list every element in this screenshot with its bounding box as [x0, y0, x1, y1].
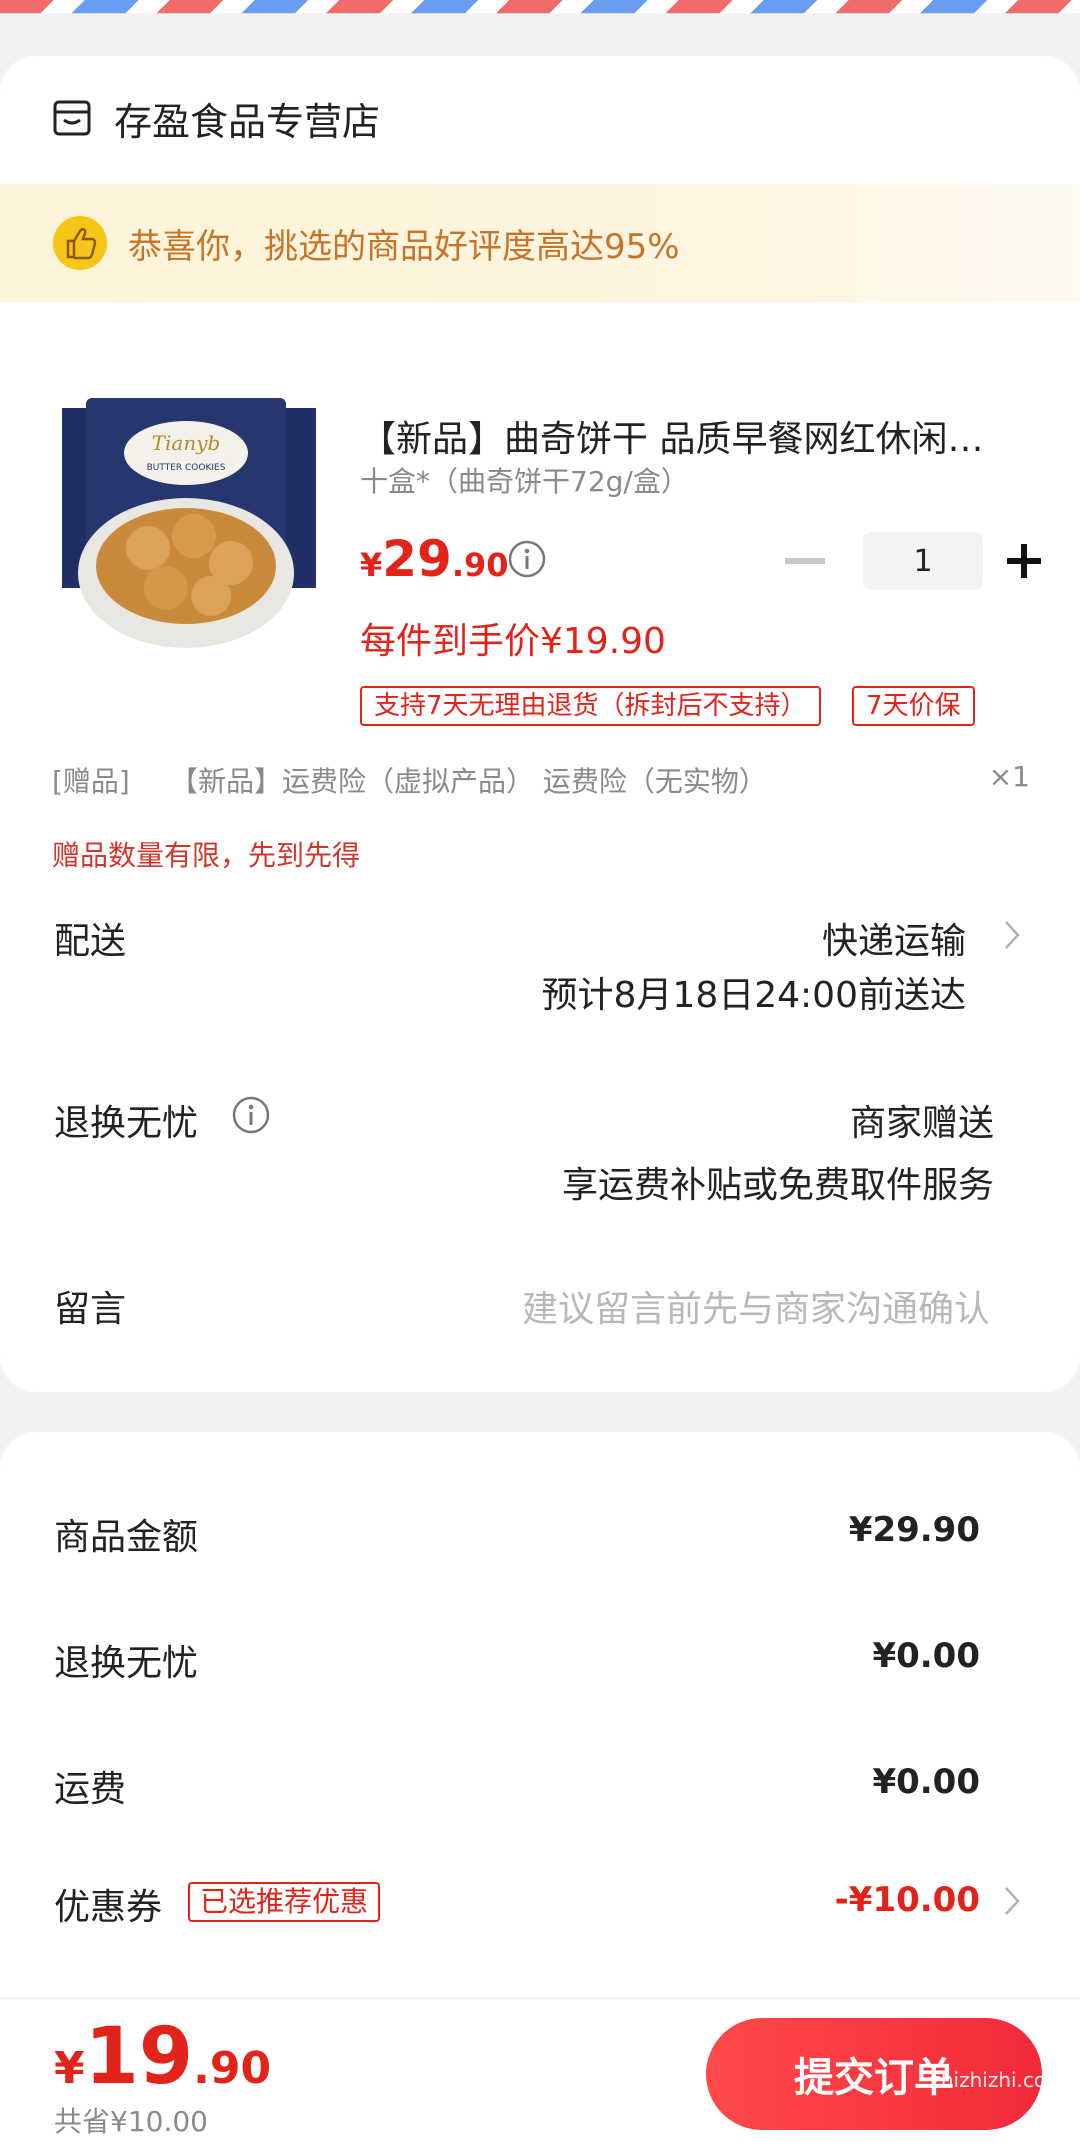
product-title[interactable]: 【新品】曲奇饼干 品质早餐网红休闲零食	[360, 410, 1000, 462]
store-icon	[53, 100, 91, 136]
price-currency: ¥	[360, 546, 383, 584]
delivery-method[interactable]: 快递运输	[822, 912, 966, 964]
chevron-right-icon[interactable]	[1002, 1884, 1022, 1918]
chevron-right-icon[interactable]	[1002, 918, 1022, 952]
delivery-eta: 预计8月18日24:00前送达	[541, 975, 966, 1016]
increase-button[interactable]	[1007, 544, 1041, 578]
goods-amount-value: ¥29.90	[848, 1510, 980, 1550]
saved-amount: 共省¥10.00	[54, 2105, 208, 2138]
store-name: 存盈食品专营店	[114, 99, 381, 144]
airmail-border	[0, 0, 1080, 14]
quantity-value[interactable]: 1	[863, 532, 983, 590]
gift-text: 【新品】运费险（虚拟产品） 运费险（无实物）	[170, 765, 767, 798]
watermark: zhizhizhi.com	[930, 2068, 1066, 2092]
delivery-label: 配送	[54, 921, 127, 962]
coupon-tag: 已选推荐优惠	[188, 1882, 381, 1922]
coupon-value[interactable]: -¥10.00	[835, 1880, 980, 1920]
return-policy-tag: 支持7天无理由退货（拆封后不支持）	[360, 686, 821, 726]
shipping-fee-label: 运费	[54, 1769, 127, 1810]
product-price: ¥29.90	[360, 530, 509, 588]
gift-note: 赠品数量有限，先到先得	[52, 839, 361, 872]
quantity-stepper: 1	[785, 532, 1041, 590]
store-header[interactable]: 存盈食品专营店	[52, 78, 380, 158]
price-integer: 29	[382, 530, 452, 588]
coupon-label: 优惠券	[54, 1887, 163, 1928]
returns-info-icon[interactable]	[232, 1096, 270, 1134]
returns-desc: 享运费补贴或免费取件服务	[561, 1165, 994, 1206]
gift-row: [赠品] 【新品】运费险（虚拟产品） 运费险（无实物） ×1	[52, 760, 1030, 800]
thumbs-up-icon	[53, 216, 107, 270]
message-label: 留言	[54, 1289, 127, 1330]
total-price: ¥19.90	[54, 2012, 271, 2102]
price-protect-tag: 7天价保	[852, 686, 975, 726]
product-spec[interactable]: 十盒*（曲奇饼干72g/盒）	[360, 460, 689, 500]
goods-amount-label: 商品金额	[54, 1517, 199, 1558]
returns-fee-label: 退换无忧	[54, 1643, 199, 1684]
total-integer: 19	[84, 2012, 194, 2102]
returns-label: 退换无忧	[54, 1103, 199, 1144]
rating-text: 恭喜你，挑选的商品好评度高达95%	[128, 226, 680, 267]
price-info-icon[interactable]	[508, 540, 546, 578]
deal-price: 每件到手价¥19.90	[360, 621, 666, 662]
decrease-button[interactable]	[785, 558, 825, 564]
total-decimal: .90	[193, 2043, 272, 2094]
gift-label: [赠品]	[52, 765, 130, 798]
svg-text:BUTTER COOKIES: BUTTER COOKIES	[147, 463, 226, 473]
total-currency: ¥	[54, 2043, 85, 2094]
returns-value: 商家赠送	[849, 1103, 994, 1144]
rating-banner: 恭喜你，挑选的商品好评度高达95%	[0, 184, 1080, 302]
svg-text:Tianyb: Tianyb	[152, 431, 221, 455]
product-image[interactable]: Tianyb BUTTER COOKIES	[56, 368, 318, 668]
returns-fee-value: ¥0.00	[872, 1636, 980, 1676]
message-input[interactable]: 建议留言前先与商家沟通确认	[522, 1280, 990, 1332]
gift-qty: ×1	[988, 760, 1030, 793]
price-decimal: .90	[451, 546, 509, 584]
shipping-fee-value: ¥0.00	[872, 1762, 980, 1802]
